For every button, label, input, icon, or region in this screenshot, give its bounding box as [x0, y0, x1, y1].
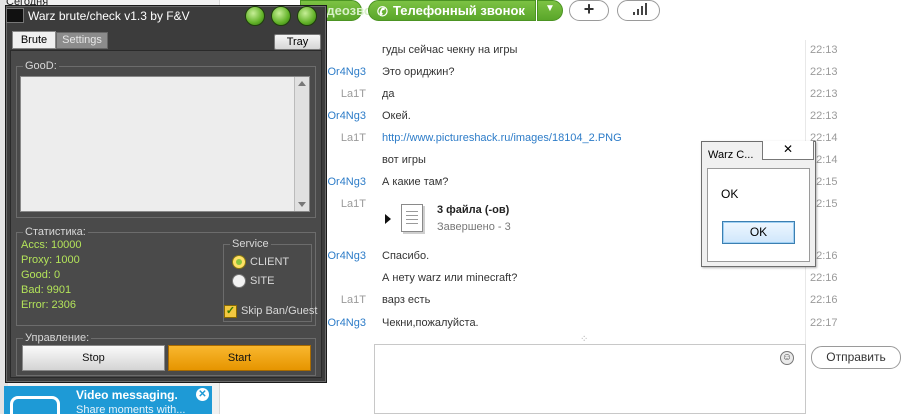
- scroll-down-icon[interactable]: [298, 202, 306, 207]
- message-time: 22:13: [810, 110, 838, 122]
- tab-brute[interactable]: Brute: [12, 31, 56, 49]
- chat-message: La1T варз есть 22:16: [300, 294, 860, 316]
- stat-proxy: Proxy: 1000: [21, 254, 80, 266]
- message-text: Спасибо.: [382, 250, 430, 262]
- promo-title: Video messaging.: [76, 388, 178, 402]
- message-text: А нету warz или minecraft?: [382, 272, 518, 284]
- skip-ban-checkbox[interactable]: ✓: [224, 305, 237, 318]
- good-label: GooD:: [23, 60, 59, 72]
- good-list[interactable]: [20, 76, 310, 212]
- chat-message: гуды сейчас чекну на игры 22:13: [300, 44, 860, 66]
- chat-message: Or4Ng3 Окей. 22:13: [300, 110, 860, 132]
- plus-icon: +: [583, 0, 595, 19]
- app-logo-icon: [6, 8, 24, 23]
- chat-message: La1T да 22:13: [300, 88, 860, 110]
- start-button[interactable]: Start: [168, 345, 311, 371]
- control-label: Управление:: [23, 332, 92, 344]
- message-text: да: [382, 88, 395, 100]
- message-time: 22:16: [810, 294, 838, 306]
- send-button[interactable]: Отправить: [811, 346, 901, 369]
- message-text: Это ориджин?: [382, 66, 455, 78]
- stop-button[interactable]: Stop: [22, 345, 165, 371]
- stat-good: Good: 0: [21, 269, 61, 281]
- file-transfer[interactable]: 3 файла (-ов) Завершено - 3: [385, 202, 635, 242]
- stat-error: Error: 2306: [21, 299, 77, 311]
- scrollbar[interactable]: [294, 77, 309, 211]
- add-people-button[interactable]: +: [569, 0, 609, 21]
- video-message-icon: [10, 396, 60, 416]
- dialog-body: [707, 168, 810, 262]
- signal-icon-bar: [637, 9, 639, 15]
- chat-message: Or4Ng3 Это ориджин? 22:13: [300, 66, 860, 88]
- close-button[interactable]: [297, 6, 317, 26]
- dialog-title: Warz C...: [708, 149, 754, 161]
- radio-client[interactable]: [232, 255, 246, 269]
- message-time: 22:13: [810, 44, 838, 56]
- signal-icon: [633, 12, 635, 15]
- message-time: 22:13: [810, 88, 838, 100]
- minimize-button[interactable]: [245, 6, 265, 26]
- tray-button[interactable]: Tray: [274, 34, 321, 50]
- message-text: А какие там?: [382, 176, 449, 188]
- phone-icon: ✆: [377, 4, 388, 19]
- message-text: варз есть: [382, 294, 431, 306]
- close-icon[interactable]: ✕: [196, 388, 209, 401]
- chat-message: А нету warz или minecraft? 22:16: [300, 272, 860, 294]
- signal-icon-bar: [645, 3, 647, 15]
- radio-client-label: CLIENT: [250, 256, 290, 268]
- chevron-down-icon: ▼: [545, 3, 555, 14]
- message-time: 22:17: [810, 317, 838, 329]
- stat-accs: Accs: 10000: [21, 239, 82, 251]
- file-status: Завершено - 3: [437, 221, 511, 233]
- message-time: 22:16: [810, 272, 838, 284]
- promo-banner[interactable]: Video messaging. Share moments with... ✕: [4, 386, 212, 416]
- call-quality-button[interactable]: [617, 0, 660, 21]
- message-text: Чекни,пожалуйста.: [382, 317, 479, 329]
- scroll-up-icon[interactable]: [298, 81, 306, 86]
- message-input[interactable]: [374, 344, 806, 414]
- radio-site-label: SITE: [250, 275, 275, 287]
- message-time: 22:13: [810, 66, 838, 78]
- service-label: Service: [230, 238, 271, 250]
- signal-icon-bar: [641, 6, 643, 15]
- expand-arrow-icon[interactable]: [385, 214, 391, 224]
- message-text: Окей.: [382, 110, 411, 122]
- window-title: Warz brute/check v1.3 by F&V: [28, 9, 190, 23]
- document-icon: [401, 204, 423, 232]
- dialog-ok-button[interactable]: OK: [722, 221, 795, 244]
- call-dropdown-button[interactable]: ▼: [537, 0, 563, 21]
- skip-ban-label: Skip Ban/Guest: [241, 305, 318, 317]
- promo-subtitle: Share moments with...: [76, 404, 186, 416]
- tab-settings[interactable]: Settings: [56, 32, 108, 49]
- radio-site[interactable]: [232, 274, 246, 288]
- dialog-message: OK: [721, 187, 739, 201]
- phone-call-label: Телефонный звонок: [393, 3, 525, 18]
- emoticon-icon[interactable]: ☺: [780, 351, 794, 365]
- maximize-button[interactable]: [271, 6, 291, 26]
- message-link[interactable]: http://www.pictureshack.ru/images/18104_…: [382, 132, 622, 144]
- message-text: гуды сейчас чекну на игры: [382, 44, 518, 56]
- phone-call-button[interactable]: ✆ Телефонный звонок: [368, 0, 536, 21]
- file-title: 3 файла (-ов): [437, 204, 510, 216]
- stats-label: Статистика:: [23, 226, 88, 238]
- message-text: вот игры: [382, 154, 426, 166]
- stat-bad: Bad: 9901: [21, 284, 72, 296]
- dialog-close-button[interactable]: ✕: [762, 141, 814, 160]
